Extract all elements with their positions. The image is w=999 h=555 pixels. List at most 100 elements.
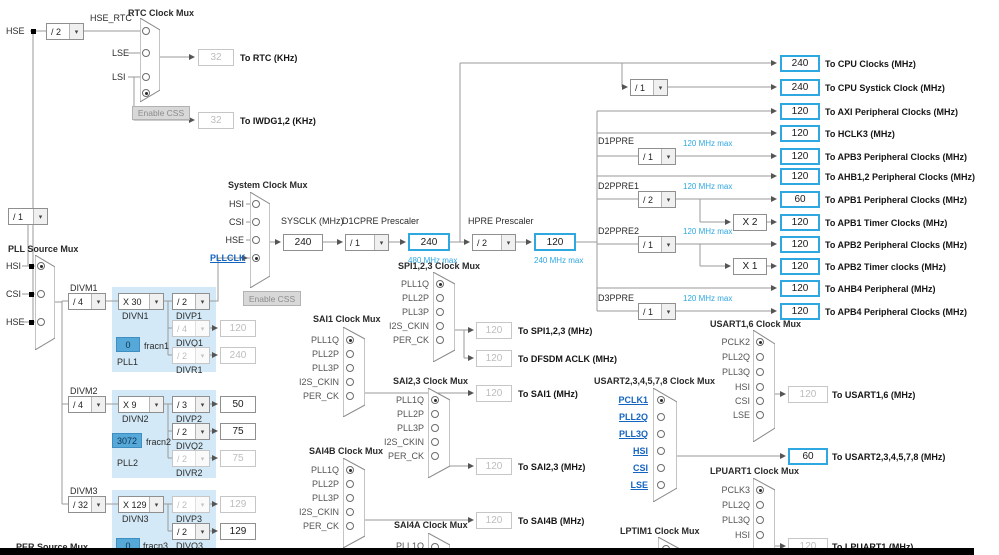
cpu-clocks-value[interactable]: 240 <box>780 55 820 72</box>
d1ppre-select[interactable]: / 1▾ <box>638 148 676 165</box>
mux-input-radio[interactable] <box>657 464 665 472</box>
mux-input-radio[interactable] <box>657 447 665 455</box>
mux-input-radio-selected[interactable] <box>431 396 439 404</box>
apb3-clock-value[interactable]: 120 <box>780 148 820 165</box>
pll3q-value[interactable]: 129 <box>220 523 256 540</box>
hclk3-value[interactable]: 120 <box>780 125 820 142</box>
mux-input-radio[interactable] <box>142 49 150 57</box>
mux-input-radio[interactable] <box>346 480 354 488</box>
mux-input-radio[interactable] <box>252 236 260 244</box>
mux-input-radio-selected[interactable] <box>756 338 764 346</box>
ahb12-clock-value[interactable]: 120 <box>780 168 820 185</box>
mux-input-radio[interactable] <box>756 516 764 524</box>
mux-input-radio[interactable] <box>436 336 444 344</box>
fracn1-field[interactable]: 0 <box>116 337 140 352</box>
mux-input-radio[interactable] <box>142 73 150 81</box>
mux-input-radio[interactable] <box>657 481 665 489</box>
mux-input-radio[interactable] <box>657 430 665 438</box>
mux-input-radio-selected[interactable] <box>346 336 354 344</box>
mux-input-radio[interactable] <box>436 322 444 330</box>
usart2-input-pclk1-link[interactable]: PCLK1 <box>596 395 648 405</box>
mux-input-radio[interactable] <box>756 368 764 376</box>
divn1-select[interactable]: X 30▾ <box>118 293 164 310</box>
pll2q-value[interactable]: 75 <box>220 423 256 440</box>
mux-input-radio-selected[interactable] <box>436 280 444 288</box>
usart2-clock-value[interactable]: 60 <box>788 448 828 465</box>
rtc-hse-divider-select[interactable]: / 2▾ <box>46 23 84 40</box>
sys-input-pllclk-link[interactable]: PLLCLK <box>210 253 244 263</box>
d2ppre1-select[interactable]: / 2▾ <box>638 191 676 208</box>
lpuart1-input-label: PLL2Q <box>702 500 750 510</box>
usart2-input-lse-link[interactable]: LSE <box>596 480 648 490</box>
chevron-down-icon: ▾ <box>149 294 163 309</box>
mux-input-radio[interactable] <box>756 397 764 405</box>
usart2-input-pll2q-link[interactable]: PLL2Q <box>596 412 648 422</box>
mux-input-radio[interactable] <box>252 218 260 226</box>
hpre-select[interactable]: / 2▾ <box>472 234 516 251</box>
apb1-clock-value[interactable]: 60 <box>780 191 820 208</box>
divq3-select[interactable]: / 2▾ <box>172 523 210 540</box>
usart2-input-csi-link[interactable]: CSI <box>596 463 648 473</box>
mux-input-radio[interactable] <box>346 392 354 400</box>
divm2-select[interactable]: / 4▾ <box>68 396 106 413</box>
mux-input-radio[interactable] <box>756 411 764 419</box>
mux-input-radio-selected[interactable] <box>346 466 354 474</box>
mux-input-radio-selected[interactable] <box>142 89 150 97</box>
mux-input-radio[interactable] <box>346 378 354 386</box>
d1cpre-select[interactable]: / 1▾ <box>345 234 389 251</box>
fracn2-field[interactable]: 3072 <box>112 433 142 448</box>
pll-input-hse-label: HSE <box>6 317 25 327</box>
divp2-select[interactable]: / 3▾ <box>172 396 210 413</box>
apb2-timer-value[interactable]: 120 <box>780 258 820 275</box>
mux-input-radio[interactable] <box>346 494 354 502</box>
pll2p-value[interactable]: 50 <box>220 396 256 413</box>
d2ppre2-select[interactable]: / 1▾ <box>638 236 676 253</box>
apb1-timer-value[interactable]: 120 <box>780 214 820 231</box>
mux-input-radio[interactable] <box>346 508 354 516</box>
mux-input-radio[interactable] <box>346 522 354 530</box>
mux-input-radio-selected[interactable] <box>37 262 45 270</box>
mux-input-radio-selected[interactable] <box>252 254 260 262</box>
usart2-input-hsi-link[interactable]: HSI <box>596 446 648 456</box>
hpre-value[interactable]: 120 <box>534 233 576 251</box>
mux-input-radio[interactable] <box>431 424 439 432</box>
mux-input-radio[interactable] <box>657 413 665 421</box>
divr1-select: / 2▾ <box>172 347 210 364</box>
mux-input-radio[interactable] <box>756 531 764 539</box>
divn3-select[interactable]: X 129▾ <box>118 496 164 513</box>
divp1-select[interactable]: / 2▾ <box>172 293 210 310</box>
mux-input-radio[interactable] <box>142 27 150 35</box>
mux-input-radio[interactable] <box>252 200 260 208</box>
mux-input-radio[interactable] <box>37 290 45 298</box>
axi-clock-value[interactable]: 120 <box>780 103 820 120</box>
d3ppre-select[interactable]: / 1▾ <box>638 303 676 320</box>
ahb4-clock-value[interactable]: 120 <box>780 280 820 297</box>
apb4-clock-value[interactable]: 120 <box>780 303 820 320</box>
mux-input-radio[interactable] <box>756 353 764 361</box>
divm3-select[interactable]: / 32▾ <box>68 496 106 513</box>
divq2-select[interactable]: / 2▾ <box>172 423 210 440</box>
mux-input-radio[interactable] <box>756 501 764 509</box>
systick-divider-select[interactable]: / 1▾ <box>630 79 668 96</box>
mux-input-radio[interactable] <box>431 438 439 446</box>
divm1-select[interactable]: / 4▾ <box>68 293 106 310</box>
hsi-divider-select[interactable]: / 1▾ <box>8 208 48 225</box>
iwdg-clock-value: 32 <box>198 112 234 129</box>
systick-clock-value[interactable]: 240 <box>780 79 820 96</box>
mux-input-radio[interactable] <box>436 308 444 316</box>
mux-input-radio-selected[interactable] <box>756 486 764 494</box>
sys-enable-css-button[interactable]: Enable CSS <box>243 291 301 306</box>
mux-input-radio[interactable] <box>37 318 45 326</box>
mux-input-radio[interactable] <box>756 383 764 391</box>
divn2-select[interactable]: X 9▾ <box>118 396 164 413</box>
mux-input-radio-selected[interactable] <box>657 396 665 404</box>
d1cpre-value[interactable]: 240 <box>408 233 450 251</box>
mux-input-radio[interactable] <box>431 452 439 460</box>
mux-input-radio[interactable] <box>436 294 444 302</box>
mux-input-radio[interactable] <box>431 410 439 418</box>
rtc-enable-css-button[interactable]: Enable CSS <box>132 106 190 120</box>
usart2-input-pll3q-link[interactable]: PLL3Q <box>596 429 648 439</box>
mux-input-radio[interactable] <box>346 364 354 372</box>
mux-input-radio[interactable] <box>346 350 354 358</box>
apb2-clock-value[interactable]: 120 <box>780 236 820 253</box>
